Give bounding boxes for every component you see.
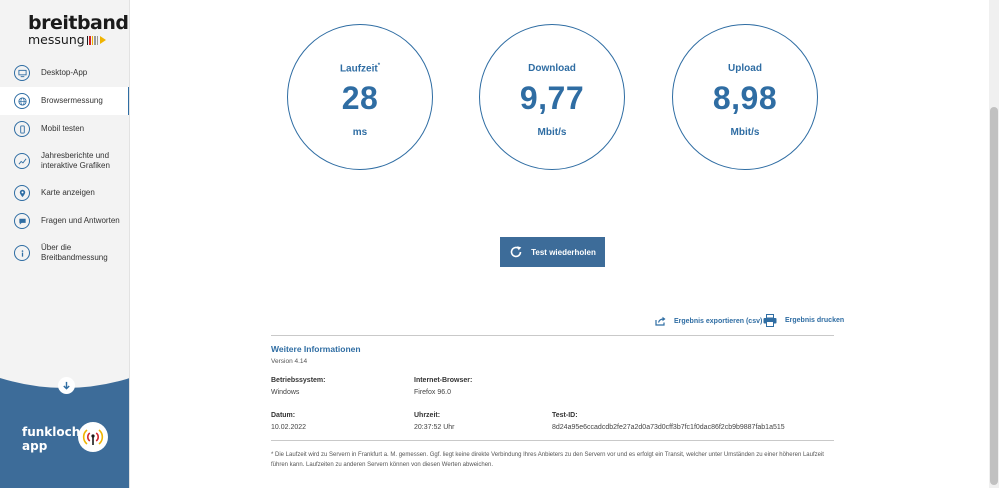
sidebar-item-label: Fragen und Antworten: [41, 216, 120, 225]
browser-label: Internet-Browser:: [414, 377, 473, 384]
browser-value: Firefox 96.0: [414, 389, 451, 396]
logo-arrow-icon: [100, 36, 107, 44]
date-value: 10.02.2022: [271, 424, 307, 431]
promo-title: funkloch- app: [22, 425, 86, 453]
test-id-value: 8d24a95e6ccadcdb2fe27a2d0a73d0cff3b7fc1f…: [552, 424, 785, 431]
latency-gauge: Laufzeit* 28 ms: [287, 24, 433, 170]
download-label: Download: [528, 63, 576, 74]
retry-test-label: Test wiederholen: [531, 247, 596, 257]
sidebar-item-label: Browsermessung: [41, 96, 103, 105]
download-unit: Mbit/s: [537, 127, 567, 138]
upload-gauge: Upload 8,98 Mbit/s: [672, 24, 818, 170]
latency-label: Laufzeit: [339, 63, 378, 75]
test-id-label: Test-ID:: [552, 412, 578, 419]
upload-label: Upload: [728, 63, 762, 74]
info-title: Weitere Informationen: [271, 344, 361, 354]
divider-bottom: [271, 440, 834, 441]
upload-unit: Mbit/s: [730, 127, 760, 138]
sidebar: breitband messung Desktop-App Browsermes…: [0, 0, 130, 488]
latency-footnote-marker: *: [377, 63, 381, 69]
chart-icon: [14, 153, 30, 169]
mobile-icon: [14, 121, 30, 137]
chat-icon: [14, 213, 30, 229]
refresh-icon: [510, 246, 522, 258]
time-label: Uhrzeit:: [414, 412, 441, 419]
sidebar-item-fragen-und-antworten[interactable]: Fragen und Antworten: [0, 207, 129, 235]
print-result-button[interactable]: Ergebnis drucken: [763, 314, 844, 327]
arrow-down-icon[interactable]: [58, 377, 75, 394]
logo-text-top: breitband: [28, 12, 129, 34]
download-gauge: Download 9,77 Mbit/s: [479, 24, 625, 170]
sidebar-item-label: Mobil testen: [41, 124, 85, 133]
upload-value: 8,98: [712, 80, 778, 116]
printer-icon: [763, 314, 777, 327]
sidebar-item-karte-anzeigen[interactable]: Karte anzeigen: [0, 179, 129, 207]
version-text: Version 4.14: [271, 358, 308, 365]
export-csv-label: Ergebnis exportieren (csv): [674, 317, 763, 325]
info-icon: [14, 245, 30, 261]
print-result-label: Ergebnis drucken: [785, 317, 845, 324]
latency-footnote: * Die Laufzeit wird zu Servern in Frankf…: [271, 452, 824, 468]
sidebar-item-label: Jahresberichte und interaktive Grafiken: [41, 151, 110, 170]
desktop-icon: [14, 65, 30, 81]
map-pin-icon: [14, 185, 30, 201]
sidebar-item-label: Über die Breitbandmessung: [41, 243, 108, 262]
sidebar-nav: Desktop-App Browsermessung Mobil testen …: [0, 59, 129, 271]
logo-text-bottom: messung: [28, 32, 85, 47]
page-scrollbar[interactable]: [989, 0, 999, 488]
globe-icon: [14, 93, 30, 109]
retry-test-button[interactable]: Test wiederholen: [500, 237, 605, 267]
sidebar-item-jahresberichte[interactable]: Jahresberichte und interaktive Grafiken: [0, 143, 129, 179]
download-value: 9,77: [519, 80, 585, 116]
date-label: Datum:: [271, 412, 296, 419]
export-icon: [655, 316, 666, 326]
logo-signal-bars-icon: [86, 35, 99, 45]
funkloch-app-promo[interactable]: funkloch- app: [0, 376, 129, 488]
sidebar-item-mobil-testen[interactable]: Mobil testen: [0, 115, 129, 143]
sidebar-item-desktop-app[interactable]: Desktop-App: [0, 59, 129, 87]
funkloch-antenna-icon[interactable]: [78, 422, 108, 452]
latency-unit: ms: [352, 127, 368, 138]
sidebar-item-browsermessung[interactable]: Browsermessung: [0, 87, 129, 115]
time-value: 20:37:52 Uhr: [414, 424, 455, 431]
sidebar-item-label: Desktop-App: [41, 68, 88, 77]
breitbandmessung-logo[interactable]: breitband messung: [28, 12, 129, 47]
export-csv-button[interactable]: Ergebnis exportieren (csv): [655, 316, 762, 326]
os-value: Windows: [271, 389, 300, 396]
scrollbar-thumb[interactable]: [990, 107, 998, 485]
sidebar-item-ueber-die-breitbandmessung[interactable]: Über die Breitbandmessung: [0, 235, 129, 271]
divider-top: [271, 335, 834, 336]
sidebar-item-label: Karte anzeigen: [41, 188, 95, 197]
os-label: Betriebssystem:: [271, 377, 326, 384]
latency-value: 28: [341, 80, 379, 116]
